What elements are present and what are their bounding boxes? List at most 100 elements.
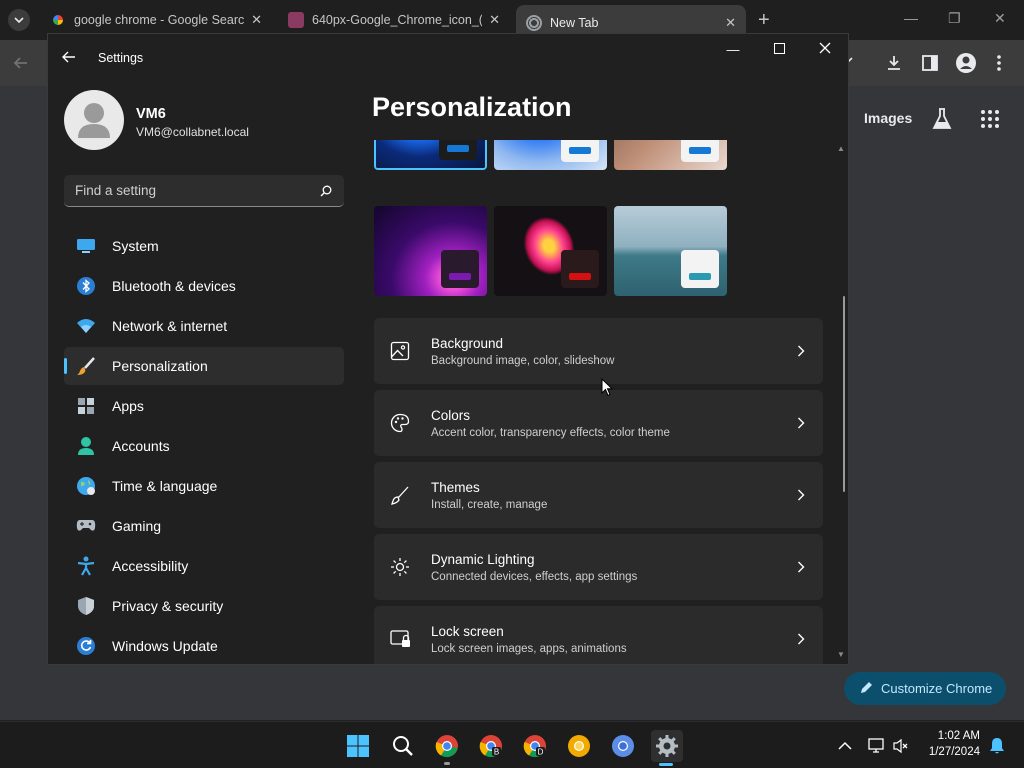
labs-flask-icon[interactable] <box>931 107 953 131</box>
google-icon <box>50 12 66 28</box>
profile-icon[interactable] <box>955 52 977 74</box>
sidebar-item-accounts[interactable]: Accounts <box>64 427 344 465</box>
avatar[interactable] <box>64 90 124 150</box>
card-title: Background <box>431 336 504 351</box>
chrome-icon <box>526 14 542 31</box>
pencil-icon <box>860 681 873 697</box>
globe-icon <box>76 476 96 496</box>
active-indicator <box>659 763 673 766</box>
card-background[interactable]: Background Background image, color, slid… <box>374 318 823 384</box>
card-themes[interactable]: Themes Install, create, manage <box>374 462 823 528</box>
taskbar-chromium[interactable] <box>608 731 638 761</box>
sidebar-item-windows-update[interactable]: Windows Update <box>64 627 344 664</box>
search-icon[interactable] <box>320 184 332 202</box>
more-vert-icon[interactable] <box>996 54 1002 72</box>
side-panel-icon[interactable] <box>920 53 940 73</box>
maximize-icon[interactable] <box>764 42 794 57</box>
chevron-right-icon <box>797 632 805 650</box>
brush-icon <box>390 485 410 505</box>
sidebar-item-privacy[interactable]: Privacy & security <box>64 587 344 625</box>
gear-icon <box>656 735 678 757</box>
chrome-dev-icon: D <box>523 735 546 758</box>
restore-icon[interactable]: ❐ <box>948 10 961 27</box>
sidebar-item-apps[interactable]: Apps <box>64 387 344 425</box>
minimize-icon[interactable]: — <box>904 10 918 26</box>
scrollbar-thumb[interactable] <box>843 296 845 492</box>
monitor-icon <box>76 236 96 256</box>
sidebar-item-label: Network & internet <box>112 318 228 334</box>
card-dynamic-lighting[interactable]: Dynamic Lighting Connected devices, effe… <box>374 534 823 600</box>
tab-search-button[interactable] <box>8 9 30 31</box>
sidebar-item-system[interactable]: System <box>64 227 344 265</box>
profile-email: VM6@collabnet.local <box>136 125 249 139</box>
sidebar-item-accessibility[interactable]: Accessibility <box>64 547 344 585</box>
theme-thumbnail-captured-motion[interactable] <box>494 206 607 296</box>
download-icon[interactable] <box>884 53 904 73</box>
sidebar-item-label: Bluetooth & devices <box>112 278 236 294</box>
back-arrow-icon[interactable] <box>12 54 30 72</box>
tab-title: 640px-Google_Chrome_icon_(F <box>312 13 482 27</box>
chrome-tab-chrome-icon[interactable]: 640px-Google_Chrome_icon_(F ✕ <box>278 6 510 34</box>
sidebar-item-network[interactable]: Network & internet <box>64 307 344 345</box>
scroll-down-arrow-icon[interactable]: ▼ <box>837 650 845 659</box>
sidebar-item-bluetooth[interactable]: Bluetooth & devices <box>64 267 344 305</box>
chrome-icon <box>435 735 458 758</box>
sidebar-item-label: Accessibility <box>112 558 189 574</box>
clock-time[interactable]: 1:02 AM <box>930 730 980 742</box>
apps-grid-icon[interactable] <box>980 109 1000 129</box>
sidebar-item-personalization[interactable]: Personalization <box>64 347 344 385</box>
card-colors[interactable]: Colors Accent color, transparency effect… <box>374 390 823 456</box>
sidebar-item-time-language[interactable]: Time & language <box>64 467 344 505</box>
taskbar-settings[interactable] <box>651 730 683 766</box>
sidebar-item-gaming[interactable]: Gaming <box>64 507 344 545</box>
tab-title: New Tab <box>550 15 599 30</box>
profile-name: VM6 <box>136 106 166 122</box>
chrome-tab-google-search[interactable]: google chrome - Google Search ✕ <box>40 6 272 34</box>
close-icon[interactable]: ✕ <box>251 12 262 28</box>
card-subtitle: Lock screen images, apps, animations <box>431 643 627 655</box>
notification-bell-icon[interactable] <box>982 731 1012 761</box>
find-setting-search <box>64 175 344 207</box>
customize-chrome-button[interactable]: Customize Chrome <box>844 672 1006 705</box>
taskbar-chrome-dev[interactable]: D <box>520 731 550 761</box>
chevron-right-icon <box>797 344 805 362</box>
card-title: Dynamic Lighting <box>431 552 535 567</box>
theme-thumbnail-windows-dark[interactable] <box>374 140 487 170</box>
theme-thumbnail-glow[interactable] <box>614 140 727 170</box>
sidebar-item-label: Time & language <box>112 478 218 494</box>
chevron-up-icon[interactable] <box>830 731 860 761</box>
scroll-up-arrow-icon[interactable]: ▲ <box>837 144 845 153</box>
shield-icon <box>76 596 96 616</box>
clock-date[interactable]: 1/27/2024 <box>918 746 980 758</box>
mouse-cursor-icon <box>601 377 614 402</box>
palette-icon <box>390 413 410 433</box>
close-icon[interactable]: ✕ <box>994 10 1006 27</box>
start-button[interactable] <box>343 731 373 761</box>
close-icon[interactable]: ✕ <box>489 12 500 28</box>
taskbar-chrome[interactable] <box>432 731 462 765</box>
taskbar-search-button[interactable] <box>388 731 418 761</box>
minimize-icon[interactable]: — <box>718 42 748 57</box>
card-lock-screen[interactable]: Lock screen Lock screen images, apps, an… <box>374 606 823 664</box>
gamepad-icon <box>76 516 96 536</box>
taskbar-chrome-beta[interactable]: B <box>476 731 506 761</box>
volume-muted-icon[interactable] <box>886 731 916 761</box>
theme-thumbnail-windows-light[interactable] <box>494 140 607 170</box>
card-title: Themes <box>431 480 480 495</box>
back-arrow-icon[interactable] <box>62 50 76 67</box>
close-icon[interactable] <box>810 42 840 57</box>
search-input[interactable] <box>64 175 304 206</box>
images-link[interactable]: Images <box>864 110 912 126</box>
tab-title: google chrome - Google Search <box>74 13 244 27</box>
sidebar-item-label: Privacy & security <box>112 598 224 614</box>
taskbar: B D 1:02 AM 1/27/2024 <box>0 721 1024 768</box>
chevron-right-icon <box>797 560 805 578</box>
theme-thumbnail-glow-purple[interactable] <box>374 206 487 296</box>
new-tab-button[interactable]: + <box>758 9 770 31</box>
sidebar-item-label: System <box>112 238 159 254</box>
bluetooth-icon <box>76 276 96 296</box>
sidebar-item-label: Apps <box>112 398 144 414</box>
theme-thumbnail-flow[interactable] <box>614 206 727 296</box>
taskbar-chrome-canary[interactable] <box>564 731 594 761</box>
close-icon[interactable]: ✕ <box>725 15 736 31</box>
